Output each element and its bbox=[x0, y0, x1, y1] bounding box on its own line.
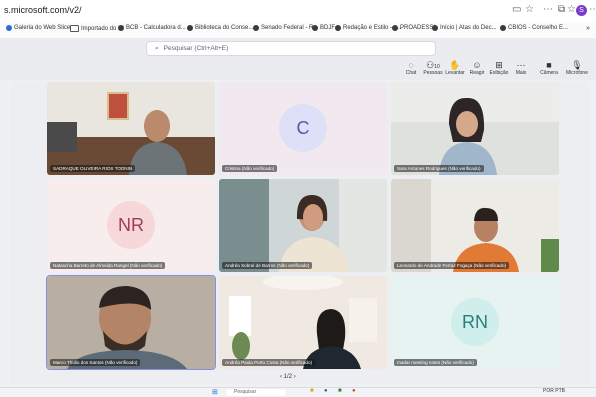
excel-icon[interactable]: ■ bbox=[338, 388, 342, 394]
chat-icon: ◌ bbox=[408, 60, 414, 70]
bookmark-item[interactable]: PROADESSI bbox=[392, 25, 435, 31]
page-navigation: ‹ 1/2 › bbox=[280, 374, 296, 380]
participant-tile[interactable]: Leonardo de Andrade Ferraz Fogaça (Não v… bbox=[391, 179, 559, 272]
people-button[interactable]: ⚇10 Pessoas bbox=[421, 60, 445, 77]
participant-tile[interactable]: NR Natascha Barreto de Almeida Rangel (N… bbox=[47, 179, 215, 272]
raise-hand-button[interactable]: ✋ Levantar bbox=[443, 60, 467, 77]
participant-avatar: RN bbox=[451, 298, 499, 346]
participant-avatar: C bbox=[279, 104, 327, 152]
more-icon[interactable]: ⋯ bbox=[589, 4, 596, 15]
previous-page-icon[interactable]: ‹ bbox=[280, 374, 282, 380]
video-stage: SADRAQUE OLIVEIRA RIOS TODNIN C Cristina… bbox=[10, 82, 590, 384]
edge-icon[interactable]: ● bbox=[324, 388, 328, 394]
favorite-star-icon[interactable]: ☆ bbox=[525, 4, 534, 15]
participant-name: Marco Thulio dos Santos (Não verificado) bbox=[50, 359, 141, 366]
globe-icon bbox=[118, 25, 124, 31]
microphone-icon: 🎙 bbox=[571, 60, 583, 70]
participant-name: Andréa Paula Porto Costa (Não verificado… bbox=[222, 359, 316, 366]
globe-icon bbox=[335, 25, 341, 31]
bookmark-item[interactable]: Senado Federal - R... bbox=[253, 25, 318, 31]
globe-icon bbox=[432, 25, 438, 31]
browser-address-bar: s.microsoft.com/v2/ ▭ ☆ ⋯ ⧉ ☆ S ⋯ bbox=[0, 0, 596, 22]
participant-video bbox=[47, 276, 215, 369]
taskbar-search[interactable]: Pesquisar bbox=[226, 389, 286, 396]
participant-avatar: NR bbox=[107, 201, 155, 249]
participant-video bbox=[219, 179, 387, 272]
participant-name: Natascha Barreto de Almeida Rangel (Não … bbox=[50, 262, 166, 269]
bookmark-item[interactable]: Biblioteca do Conse... bbox=[187, 25, 253, 31]
view-button[interactable]: ⊞ Exibição bbox=[487, 60, 511, 77]
participant-tile[interactable]: SADRAQUE OLIVEIRA RIOS TODNIN bbox=[47, 82, 215, 175]
participant-tile-active[interactable]: Marco Thulio dos Santos (Não verificado) bbox=[46, 275, 216, 370]
chrome-icon[interactable]: ● bbox=[352, 388, 356, 394]
globe-icon bbox=[253, 25, 259, 31]
folder-icon bbox=[70, 25, 79, 32]
search-icon: ⌕ bbox=[155, 44, 159, 52]
page-indicator: 1/2 bbox=[283, 374, 293, 380]
participant-name: Sara Antunes Rodrigues (Não verificado) bbox=[394, 165, 484, 172]
split-screen-icon[interactable]: ⋯ bbox=[543, 4, 553, 15]
windows-start-icon[interactable]: ⊞ bbox=[212, 388, 218, 396]
participant-tile[interactable]: Andréa Sobral de Barros (Não verificado) bbox=[219, 179, 387, 272]
web-slice-icon bbox=[6, 25, 12, 31]
search-input[interactable]: ⌕ Pesquisar (Ctrl+Alt+E) bbox=[146, 41, 436, 56]
globe-icon bbox=[187, 25, 193, 31]
next-page-icon[interactable]: › bbox=[294, 374, 296, 380]
bookmark-item[interactable]: Importado do IE bbox=[70, 25, 124, 32]
bookmark-item[interactable]: BDJF bbox=[312, 25, 335, 31]
bookmark-item[interactable]: Início | Atas do Dec... bbox=[432, 25, 497, 31]
participant-name: Andréa Sobral de Barros (Não verificado) bbox=[222, 262, 313, 269]
search-placeholder: Pesquisar (Ctrl+Alt+E) bbox=[163, 45, 229, 52]
react-button[interactable]: ☺ Reagir bbox=[465, 60, 489, 77]
participant-video bbox=[391, 82, 559, 175]
chat-button[interactable]: ◌ Chat bbox=[399, 60, 423, 77]
microphone-button[interactable]: 🎙 Microfone bbox=[565, 60, 589, 77]
keyboard-layout[interactable]: PTB bbox=[555, 388, 565, 394]
participant-name: madar meeting notes (Não verificado) bbox=[394, 359, 477, 366]
camera-button[interactable]: ■ Câmera bbox=[537, 60, 561, 77]
language-indicator[interactable]: POR bbox=[543, 388, 554, 394]
globe-icon bbox=[312, 25, 318, 31]
file-explorer-icon[interactable]: ■ bbox=[310, 388, 314, 394]
participant-tile[interactable]: Andréa Paula Porto Costa (Não verificado… bbox=[219, 276, 387, 369]
camera-icon: ■ bbox=[546, 60, 552, 70]
bookmarks-bar: Galeria do Web Slice Importado do IE BCB… bbox=[0, 22, 596, 39]
more-bookmarks-icon[interactable]: » bbox=[586, 25, 590, 32]
participant-tile[interactable]: RN madar meeting notes (Não verificado) bbox=[391, 276, 559, 369]
collections-icon[interactable]: ⧉ bbox=[558, 4, 565, 15]
participant-tile[interactable]: C Cristina (Não verificado) bbox=[219, 82, 387, 175]
hand-icon: ✋ bbox=[449, 60, 461, 70]
participant-video bbox=[391, 179, 559, 272]
bookmark-item[interactable]: Galeria do Web Slice bbox=[6, 25, 70, 31]
favorites-icon[interactable]: ☆ bbox=[567, 4, 576, 15]
participant-name: Cristina (Não verificado) bbox=[222, 165, 278, 172]
grid-view-icon: ⊞ bbox=[495, 60, 503, 70]
participant-name: Leonardo de Andrade Ferraz Fogaça (Não v… bbox=[394, 262, 510, 269]
more-dots-icon: ⋯ bbox=[516, 60, 526, 70]
smiley-icon: ☺ bbox=[472, 60, 482, 70]
participant-tile[interactable]: Sara Antunes Rodrigues (Não verificado) bbox=[391, 82, 559, 175]
globe-icon bbox=[392, 25, 398, 31]
system-tray: POR PTB bbox=[543, 388, 565, 394]
profile-avatar[interactable]: S bbox=[576, 5, 587, 16]
bookmark-item[interactable]: CBIOS - Conselho E... bbox=[500, 25, 568, 31]
participant-video bbox=[219, 276, 387, 369]
participant-name: SADRAQUE OLIVEIRA RIOS TODNIN bbox=[50, 165, 136, 172]
url-text[interactable]: s.microsoft.com/v2/ bbox=[4, 5, 82, 15]
more-button[interactable]: ⋯ Mais bbox=[509, 60, 533, 77]
participant-video bbox=[47, 82, 215, 175]
bookmark-item[interactable]: BCB - Calculadora d... bbox=[118, 25, 186, 31]
globe-icon bbox=[500, 25, 506, 31]
install-app-icon[interactable]: ▭ bbox=[512, 4, 521, 15]
